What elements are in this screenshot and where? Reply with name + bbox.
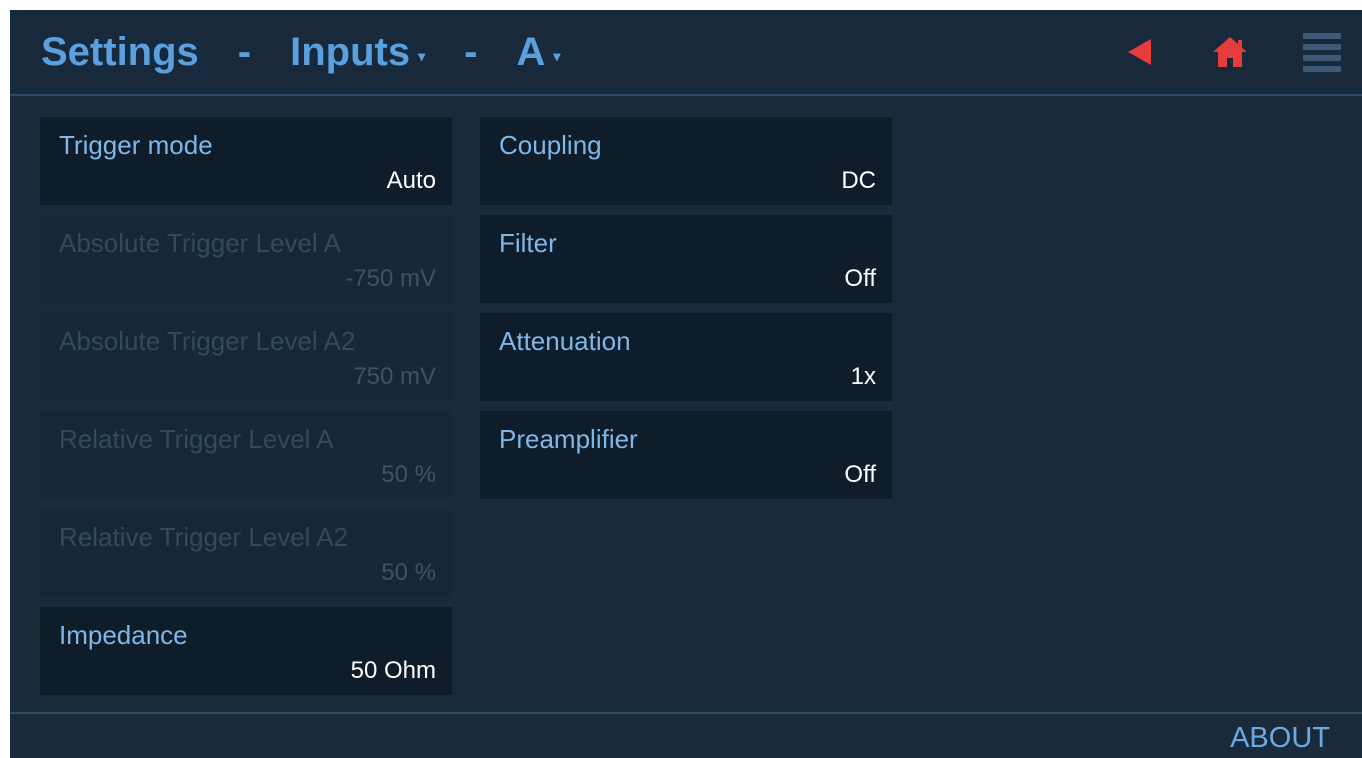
breadcrumb: Settings - Inputs ▾ - A ▾ (41, 28, 560, 76)
setting-label: Filter (499, 228, 557, 258)
breadcrumb-inputs-dropdown[interactable]: Inputs ▾ (290, 30, 425, 75)
setting-value: Off (844, 265, 876, 292)
setting-value: 1x (850, 363, 876, 390)
setting-label: Coupling (499, 130, 602, 160)
setting-tile: Relative Trigger Level A2 50 % (40, 509, 452, 597)
settings-column-left: Trigger mode Auto Absolute Trigger Level A… (40, 117, 452, 705)
setting-label: Relative Trigger Level A (59, 424, 334, 454)
setting-value: Auto (386, 167, 436, 194)
chevron-down-icon: ▾ (418, 47, 426, 64)
header-actions (1120, 32, 1342, 72)
breadcrumb-inputs-label: Inputs (290, 29, 411, 74)
setting-value: -750 mV (345, 265, 436, 292)
header-bar: Settings - Inputs ▾ - A ▾ (10, 10, 1362, 96)
setting-value: 50 Ohm (350, 657, 436, 684)
chevron-down-icon: ▾ (553, 47, 561, 64)
setting-tile[interactable]: Preamplifier Off (480, 411, 892, 499)
setting-label: Relative Trigger Level A2 (59, 522, 349, 552)
setting-tile[interactable]: Coupling DC (480, 117, 892, 205)
breadcrumb-separator: - (464, 29, 478, 74)
settings-column-right: Coupling DC Filter Off Attenuation 1x Preampli… (480, 117, 892, 509)
setting-value: DC (841, 167, 876, 194)
setting-label: Absolute Trigger Level A2 (59, 326, 356, 356)
breadcrumb-channel-label: A (516, 29, 546, 74)
about-button[interactable]: ABOUT (1230, 722, 1330, 755)
setting-value: 750 mV (353, 363, 436, 390)
setting-value: Off (844, 461, 876, 488)
back-arrow-icon (1128, 39, 1151, 65)
breadcrumb-settings[interactable]: Settings (41, 30, 199, 75)
setting-tile: Absolute Trigger Level A2 750 mV (40, 313, 452, 401)
setting-label: Trigger mode (59, 130, 213, 160)
settings-screen: Settings - Inputs ▾ - A ▾ Trigger mode A… (10, 10, 1362, 758)
footer-bar: ABOUT (10, 712, 1362, 758)
setting-label: Absolute Trigger Level A (59, 228, 341, 258)
setting-tile[interactable]: Attenuation 1x (480, 313, 892, 401)
setting-value: 50 % (381, 461, 436, 488)
breadcrumb-separator: - (237, 29, 252, 74)
setting-tile[interactable]: Impedance 50 Ohm (40, 607, 452, 695)
setting-label: Impedance (59, 620, 188, 650)
setting-tile[interactable]: Filter Off (480, 215, 892, 303)
menu-button[interactable] (1302, 32, 1342, 72)
breadcrumb-channel-dropdown[interactable]: A ▾ (516, 30, 560, 75)
setting-tile: Absolute Trigger Level A -750 mV (40, 215, 452, 303)
setting-label: Attenuation (499, 326, 631, 356)
home-icon (1213, 37, 1247, 67)
setting-tile[interactable]: Trigger mode Auto (40, 117, 452, 205)
setting-value: 50 % (381, 559, 436, 586)
setting-label: Preamplifier (499, 424, 638, 454)
back-button[interactable] (1120, 32, 1160, 72)
hamburger-menu-icon (1303, 32, 1341, 72)
home-button[interactable] (1210, 32, 1250, 72)
setting-tile: Relative Trigger Level A 50 % (40, 411, 452, 499)
